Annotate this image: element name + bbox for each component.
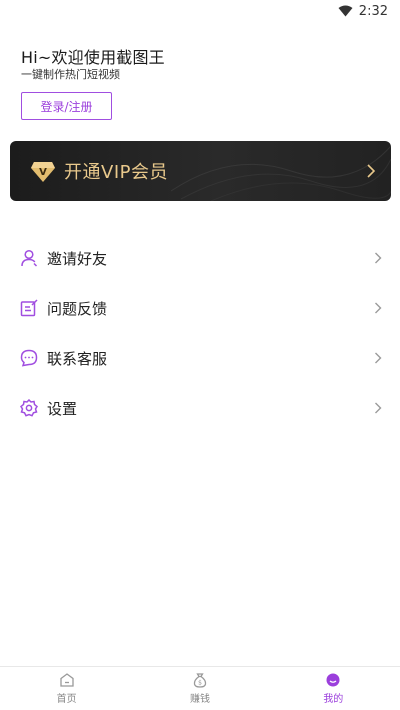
bottom-nav: 首页 $ 赚钱 我的 bbox=[0, 666, 400, 710]
settings-menu: 邀请好友 问题反馈 联系客服 设置 bbox=[0, 233, 400, 433]
chevron-right-icon bbox=[374, 302, 382, 314]
feedback-icon bbox=[20, 299, 38, 317]
menu-item-label: 邀请好友 bbox=[47, 249, 108, 268]
banner-swirl-decoration bbox=[171, 145, 391, 201]
status-bar: 2:32 bbox=[0, 0, 400, 22]
profile-icon bbox=[326, 673, 340, 687]
vip-banner[interactable]: V 开通VIP会员 bbox=[10, 141, 391, 201]
chevron-right-icon bbox=[374, 402, 382, 414]
nav-tab-home[interactable]: 首页 bbox=[0, 667, 133, 710]
login-register-button[interactable]: 登录/注册 bbox=[21, 92, 112, 120]
wifi-icon bbox=[338, 5, 353, 17]
menu-item-label: 联系客服 bbox=[47, 349, 108, 368]
greeting-title: Hi~欢迎使用截图王 bbox=[21, 48, 165, 67]
menu-item-label: 问题反馈 bbox=[47, 299, 108, 318]
user-icon bbox=[20, 249, 38, 267]
greeting-subtitle: 一键制作热门短视频 bbox=[21, 68, 120, 81]
nav-tab-label: 赚钱 bbox=[189, 694, 210, 705]
chat-bubble-icon bbox=[20, 349, 38, 367]
chevron-right-icon bbox=[374, 252, 382, 264]
svg-text:$: $ bbox=[198, 680, 202, 687]
vip-chevron-icon bbox=[367, 163, 376, 182]
money-bag-icon: $ bbox=[193, 673, 207, 688]
vip-label: 开通VIP会员 bbox=[64, 162, 168, 183]
nav-tab-mine[interactable]: 我的 bbox=[267, 667, 400, 710]
nav-tab-label: 我的 bbox=[323, 694, 344, 705]
home-icon bbox=[60, 673, 74, 687]
vip-badge-letter: V bbox=[39, 167, 47, 178]
nav-tab-label: 首页 bbox=[56, 694, 77, 705]
menu-item-settings[interactable]: 设置 bbox=[0, 383, 400, 433]
status-time: 2:32 bbox=[358, 3, 388, 19]
chevron-right-icon bbox=[374, 352, 382, 364]
menu-item-label: 设置 bbox=[47, 399, 78, 418]
menu-item-invite-friends[interactable]: 邀请好友 bbox=[0, 233, 400, 283]
vip-badge-icon: V bbox=[30, 158, 56, 184]
menu-item-feedback[interactable]: 问题反馈 bbox=[0, 283, 400, 333]
gear-icon bbox=[20, 399, 38, 417]
menu-item-contact-support[interactable]: 联系客服 bbox=[0, 333, 400, 383]
nav-tab-earn[interactable]: $ 赚钱 bbox=[133, 667, 266, 710]
